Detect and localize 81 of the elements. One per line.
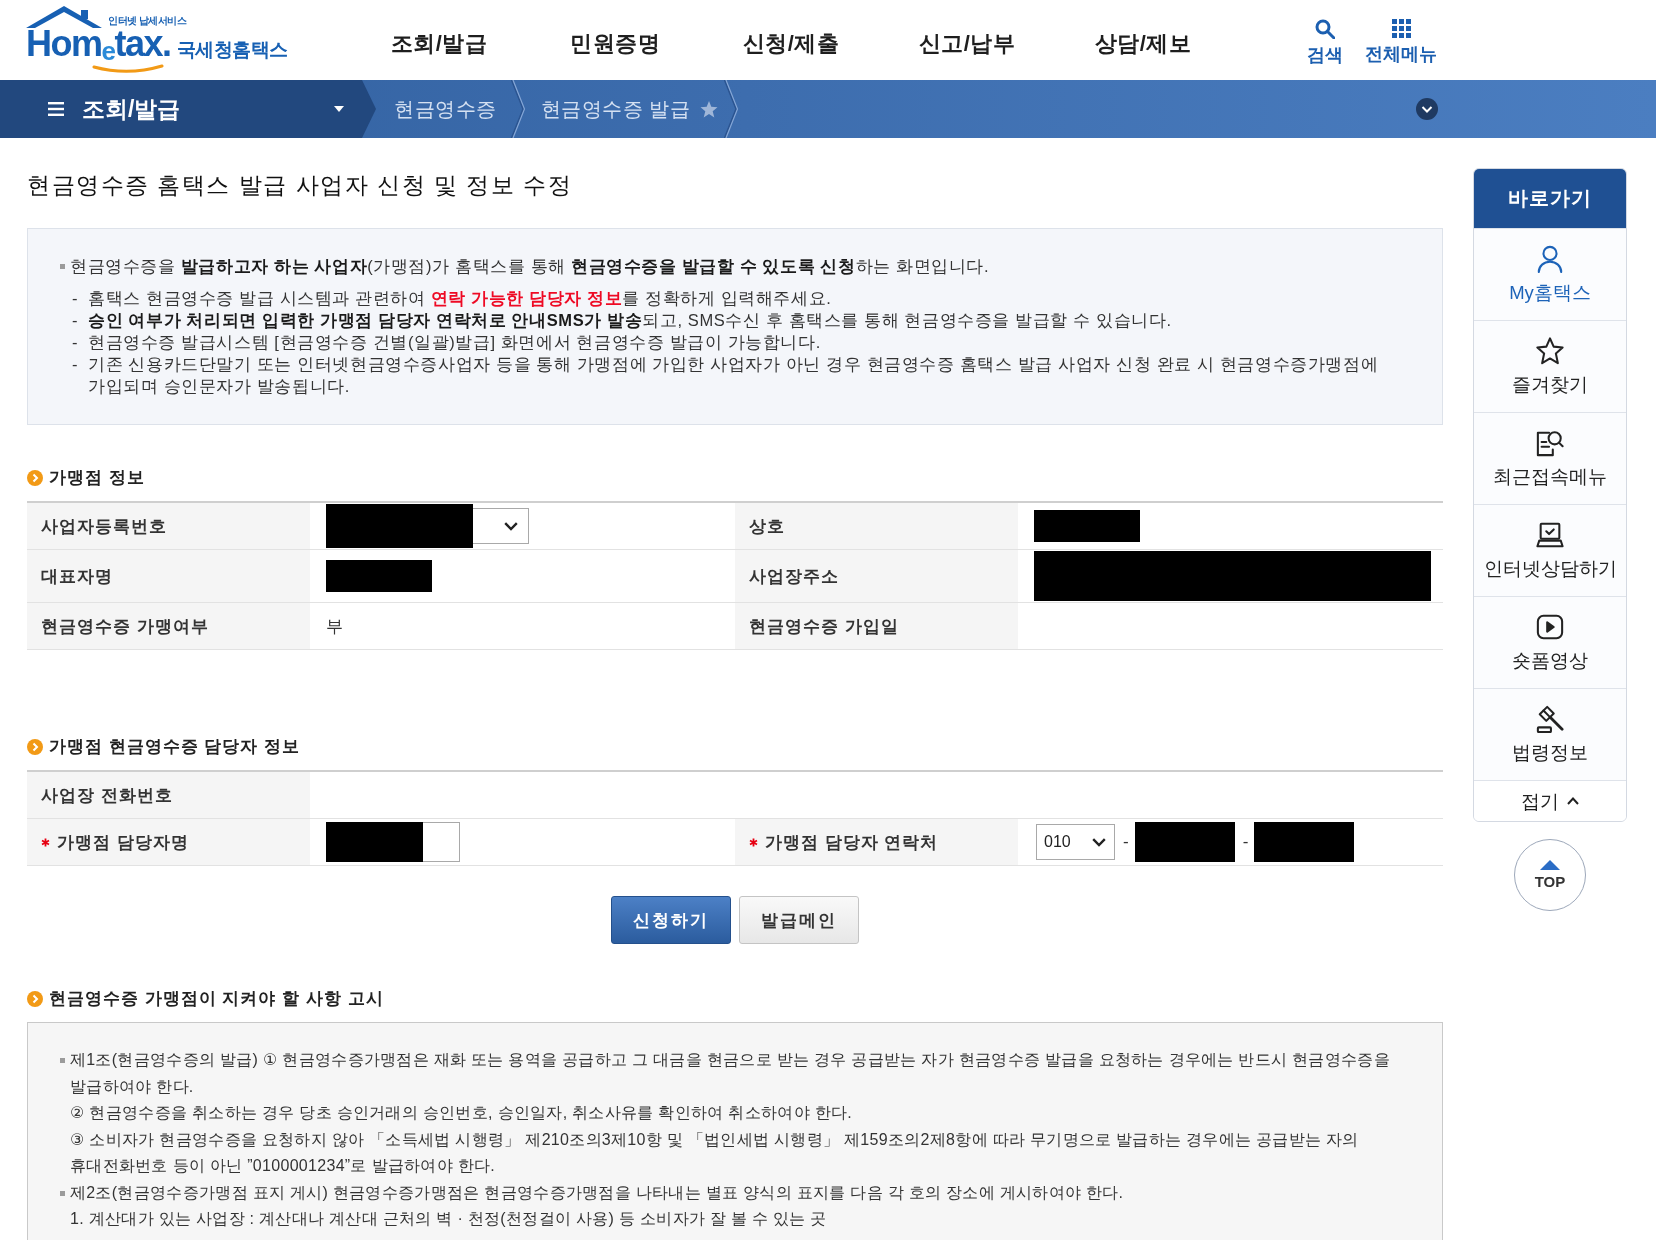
search-icon bbox=[1315, 19, 1335, 39]
star-icon bbox=[1536, 336, 1564, 365]
notice-text: 1. 계산대가 있는 사업장 : 계산대나 계산대 근처의 벽 · 천정(천정걸이 사용) 등 소비자가 잘 볼 수 있는 곳 bbox=[70, 1210, 827, 1227]
section-heading: 가맹점 정보 bbox=[49, 467, 145, 489]
quick-menu-item[interactable]: 인터넷상담하기 bbox=[1474, 504, 1626, 596]
field-label: 가맹점 담당자명 bbox=[57, 831, 189, 854]
quick-menu-item[interactable]: 최근접속메뉴 bbox=[1474, 412, 1626, 504]
laptop-check-icon bbox=[1536, 520, 1564, 549]
note-marker: - bbox=[72, 332, 79, 353]
note-marker: - bbox=[72, 288, 79, 309]
top-button[interactable]: TOP bbox=[1514, 839, 1586, 911]
field-label: 사업장주소 bbox=[749, 565, 839, 588]
main-button[interactable]: 발급메인 bbox=[739, 896, 859, 944]
logo-name: 국세청홈택스 bbox=[176, 38, 288, 62]
triangle-up-icon bbox=[1540, 860, 1560, 870]
quick-menu-item[interactable]: 숏폼영상 bbox=[1474, 596, 1626, 688]
field-value: 부 bbox=[326, 615, 343, 638]
field-label: 상호 bbox=[749, 515, 785, 538]
caret-up-icon bbox=[1567, 797, 1579, 805]
house-roof-icon bbox=[26, 6, 102, 28]
breadcrumb-link[interactable]: 현금영수증 bbox=[394, 95, 497, 123]
field-label: 가맹점 담당자 연락처 bbox=[765, 831, 939, 854]
chevron-down-icon bbox=[504, 521, 518, 531]
logo-tagline: 인터넷 납세서비스 bbox=[108, 15, 187, 26]
field-label: 사업장 전화번호 bbox=[41, 784, 173, 807]
chevron-right-icon bbox=[510, 80, 525, 138]
notice-text: ② 현금영수증을 취소하는 경우 당초 승인거래의 승인번호, 승인일자, 취소사유를 확인하여 취소하여야 한다. bbox=[70, 1104, 852, 1121]
grid-icon bbox=[1391, 19, 1411, 38]
section-heading: 가맹점 현금영수증 담당자 정보 bbox=[49, 736, 301, 758]
separator-text: - bbox=[1123, 832, 1129, 852]
bullet-icon bbox=[60, 1190, 65, 1196]
page-title: 현금영수증 홈택스 발급 사업자 신청 및 정보 수정 bbox=[27, 171, 573, 200]
menu-button[interactable]: 전체메뉴 bbox=[1365, 19, 1437, 67]
note-text: 승인 여부가 처리되면 입력한 가맹점 담당자 연락처로 안내SMS가 발송되고, SMS수신 후 홈택스를 통해 현금영수증을 발급할 수 있습니다. bbox=[88, 310, 1172, 331]
notice-text: 제1조(현금영수증의 발급) ① 현금영수증가맹점은 재화 또는 용역을 공급하고 그 대금을 현금으로 받는 경우 공급받는 자가 현금영수증 발급을 요청하는 경우에는 반드시 현금영수증을 발급하여야 한다. bbox=[70, 1050, 1391, 1097]
section-heading: 현금영수증 가맹점이 지켜야 할 사항 고시 bbox=[49, 988, 384, 1010]
field-label: 현금영수증 가맹여부 bbox=[41, 615, 209, 638]
swoosh-icon bbox=[92, 64, 164, 74]
nav-link[interactable]: 상담/제보 bbox=[1055, 29, 1231, 59]
note-text: 홈택스 현금영수증 발급 시스템과 관련하여 연락 가능한 담당자 정보를 정확하게 입력해주세요. bbox=[88, 288, 832, 309]
chevron-down-circle-icon[interactable] bbox=[1416, 98, 1438, 120]
nav-link[interactable]: 민원증명 bbox=[527, 29, 703, 59]
quick-menu-title: 바로가기 bbox=[1474, 169, 1626, 228]
intro-text: 현금영수증을 발급하고자 하는 사업자(가맹점)가 홈택스를 통해 현금영수증을 발급할 수 있도록 신청하는 화면입니다. bbox=[70, 256, 990, 277]
separator-text: - bbox=[1242, 832, 1249, 852]
submit-button[interactable]: 신청하기 bbox=[611, 896, 731, 944]
breadcrumb-link[interactable]: 현금영수증 발급 bbox=[540, 95, 691, 123]
nav-link[interactable]: 조회/발급 bbox=[351, 29, 527, 59]
collapse-button[interactable]: 접기 bbox=[1474, 780, 1626, 821]
notice-text: 제2조(현금영수증가맹점 표지 게시) 현금영수증가맹점은 현금영수증가맹점을 나타내는 별표 양식의 표지를 다음 각 호의 장소에 게시하여야 한다. bbox=[70, 1182, 1124, 1203]
field-label: 현금영수증 가입일 bbox=[749, 615, 899, 638]
gavel-icon bbox=[1536, 704, 1564, 733]
quick-menu-item[interactable]: My홈택스 bbox=[1474, 228, 1626, 320]
search-button[interactable]: 검색 bbox=[1307, 19, 1343, 67]
logo-wordmark: Hom$_{e}$tax. bbox=[26, 26, 171, 68]
chevron-circle-icon bbox=[27, 739, 43, 755]
document-search-icon bbox=[1536, 428, 1564, 457]
quick-menu-item[interactable]: 즐겨찾기 bbox=[1474, 320, 1626, 412]
chevron-down-icon bbox=[1092, 837, 1106, 847]
person-icon bbox=[1536, 244, 1564, 273]
menu-dropdown[interactable]: 조회/발급 bbox=[0, 80, 376, 138]
note-marker: - bbox=[72, 310, 79, 331]
menu-icon bbox=[48, 102, 64, 116]
notice-text: ③ 소비자가 현금영수증을 요청하지 않아 「소득세법 시행령」 제210조의3제10항 및 「법인세법 시행령」 제159조의2제8항에 따라 무기명으로 발급하는 경우에는 공급받는 자의 휴대전화번호 등이 아닌 ”0100001234”로 발급하여야 한다. bbox=[70, 1130, 1359, 1174]
field-label: 대표자명 bbox=[41, 565, 113, 588]
play-icon bbox=[1536, 612, 1564, 641]
chevron-circle-icon bbox=[27, 991, 43, 1007]
chevron-right-icon bbox=[724, 80, 739, 138]
bullet-icon bbox=[60, 1058, 65, 1063]
chevron-circle-icon bbox=[27, 470, 43, 486]
nav-link[interactable]: 신고/납부 bbox=[879, 29, 1055, 59]
note-text: 기존 신용카드단말기 또는 인터넷현금영수증사업자 등을 통해 가맹점에 가입한 사업자가 아닌 경우 현금영수증 홈택스 발급 사업자 신청 완료 시 현금영수증가맹점에 가입되며 승인문자가 발송됩니다. bbox=[88, 354, 1380, 397]
input-field[interactable] bbox=[326, 822, 460, 862]
field-label: 사업자등록번호 bbox=[41, 515, 167, 538]
star-icon[interactable] bbox=[700, 100, 719, 118]
note-marker: - bbox=[72, 354, 79, 375]
caret-down-icon bbox=[334, 106, 344, 112]
bullet-icon bbox=[60, 264, 65, 269]
area-code-select[interactable]: 010 bbox=[1036, 824, 1115, 860]
note-text: 현금영수증 발급시스템 [현금영수증 건별(일괄)발급] 화면에서 현금영수증 발급이 가능합니다. bbox=[88, 332, 821, 353]
nav-link[interactable]: 신청/제출 bbox=[703, 29, 879, 59]
